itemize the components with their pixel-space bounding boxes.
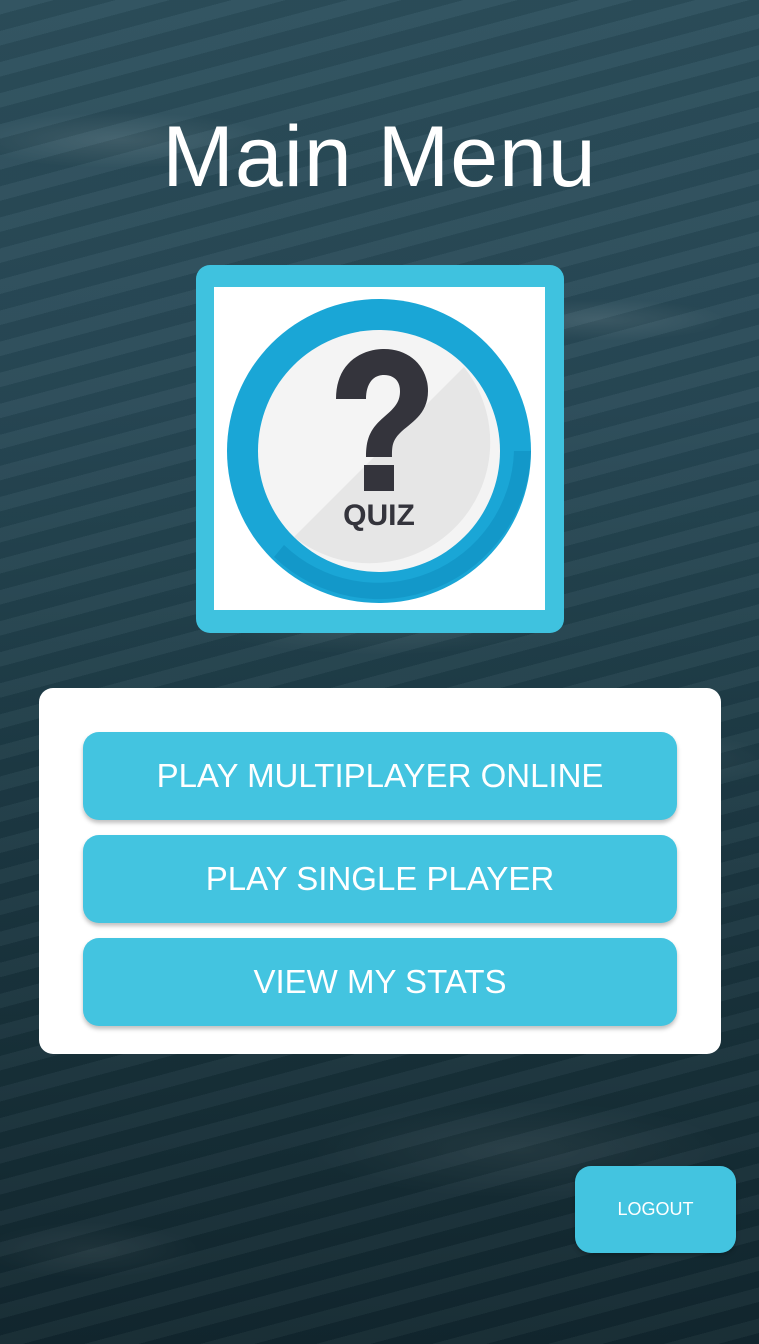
quiz-logo: QUIZ bbox=[196, 265, 564, 633]
quiz-logo-image: QUIZ bbox=[214, 287, 545, 610]
quiz-logo-text: QUIZ bbox=[343, 499, 415, 532]
page-title: Main Menu bbox=[162, 109, 597, 205]
menu-card: PLAY MULTIPLAYER ONLINE PLAY SINGLE PLAY… bbox=[39, 688, 721, 1054]
logout-button[interactable]: LOGOUT bbox=[575, 1166, 736, 1253]
play-single-player-button[interactable]: PLAY SINGLE PLAYER bbox=[83, 835, 677, 923]
play-multiplayer-online-button[interactable]: PLAY MULTIPLAYER ONLINE bbox=[83, 732, 677, 820]
view-my-stats-button[interactable]: VIEW MY STATS bbox=[83, 938, 677, 1026]
